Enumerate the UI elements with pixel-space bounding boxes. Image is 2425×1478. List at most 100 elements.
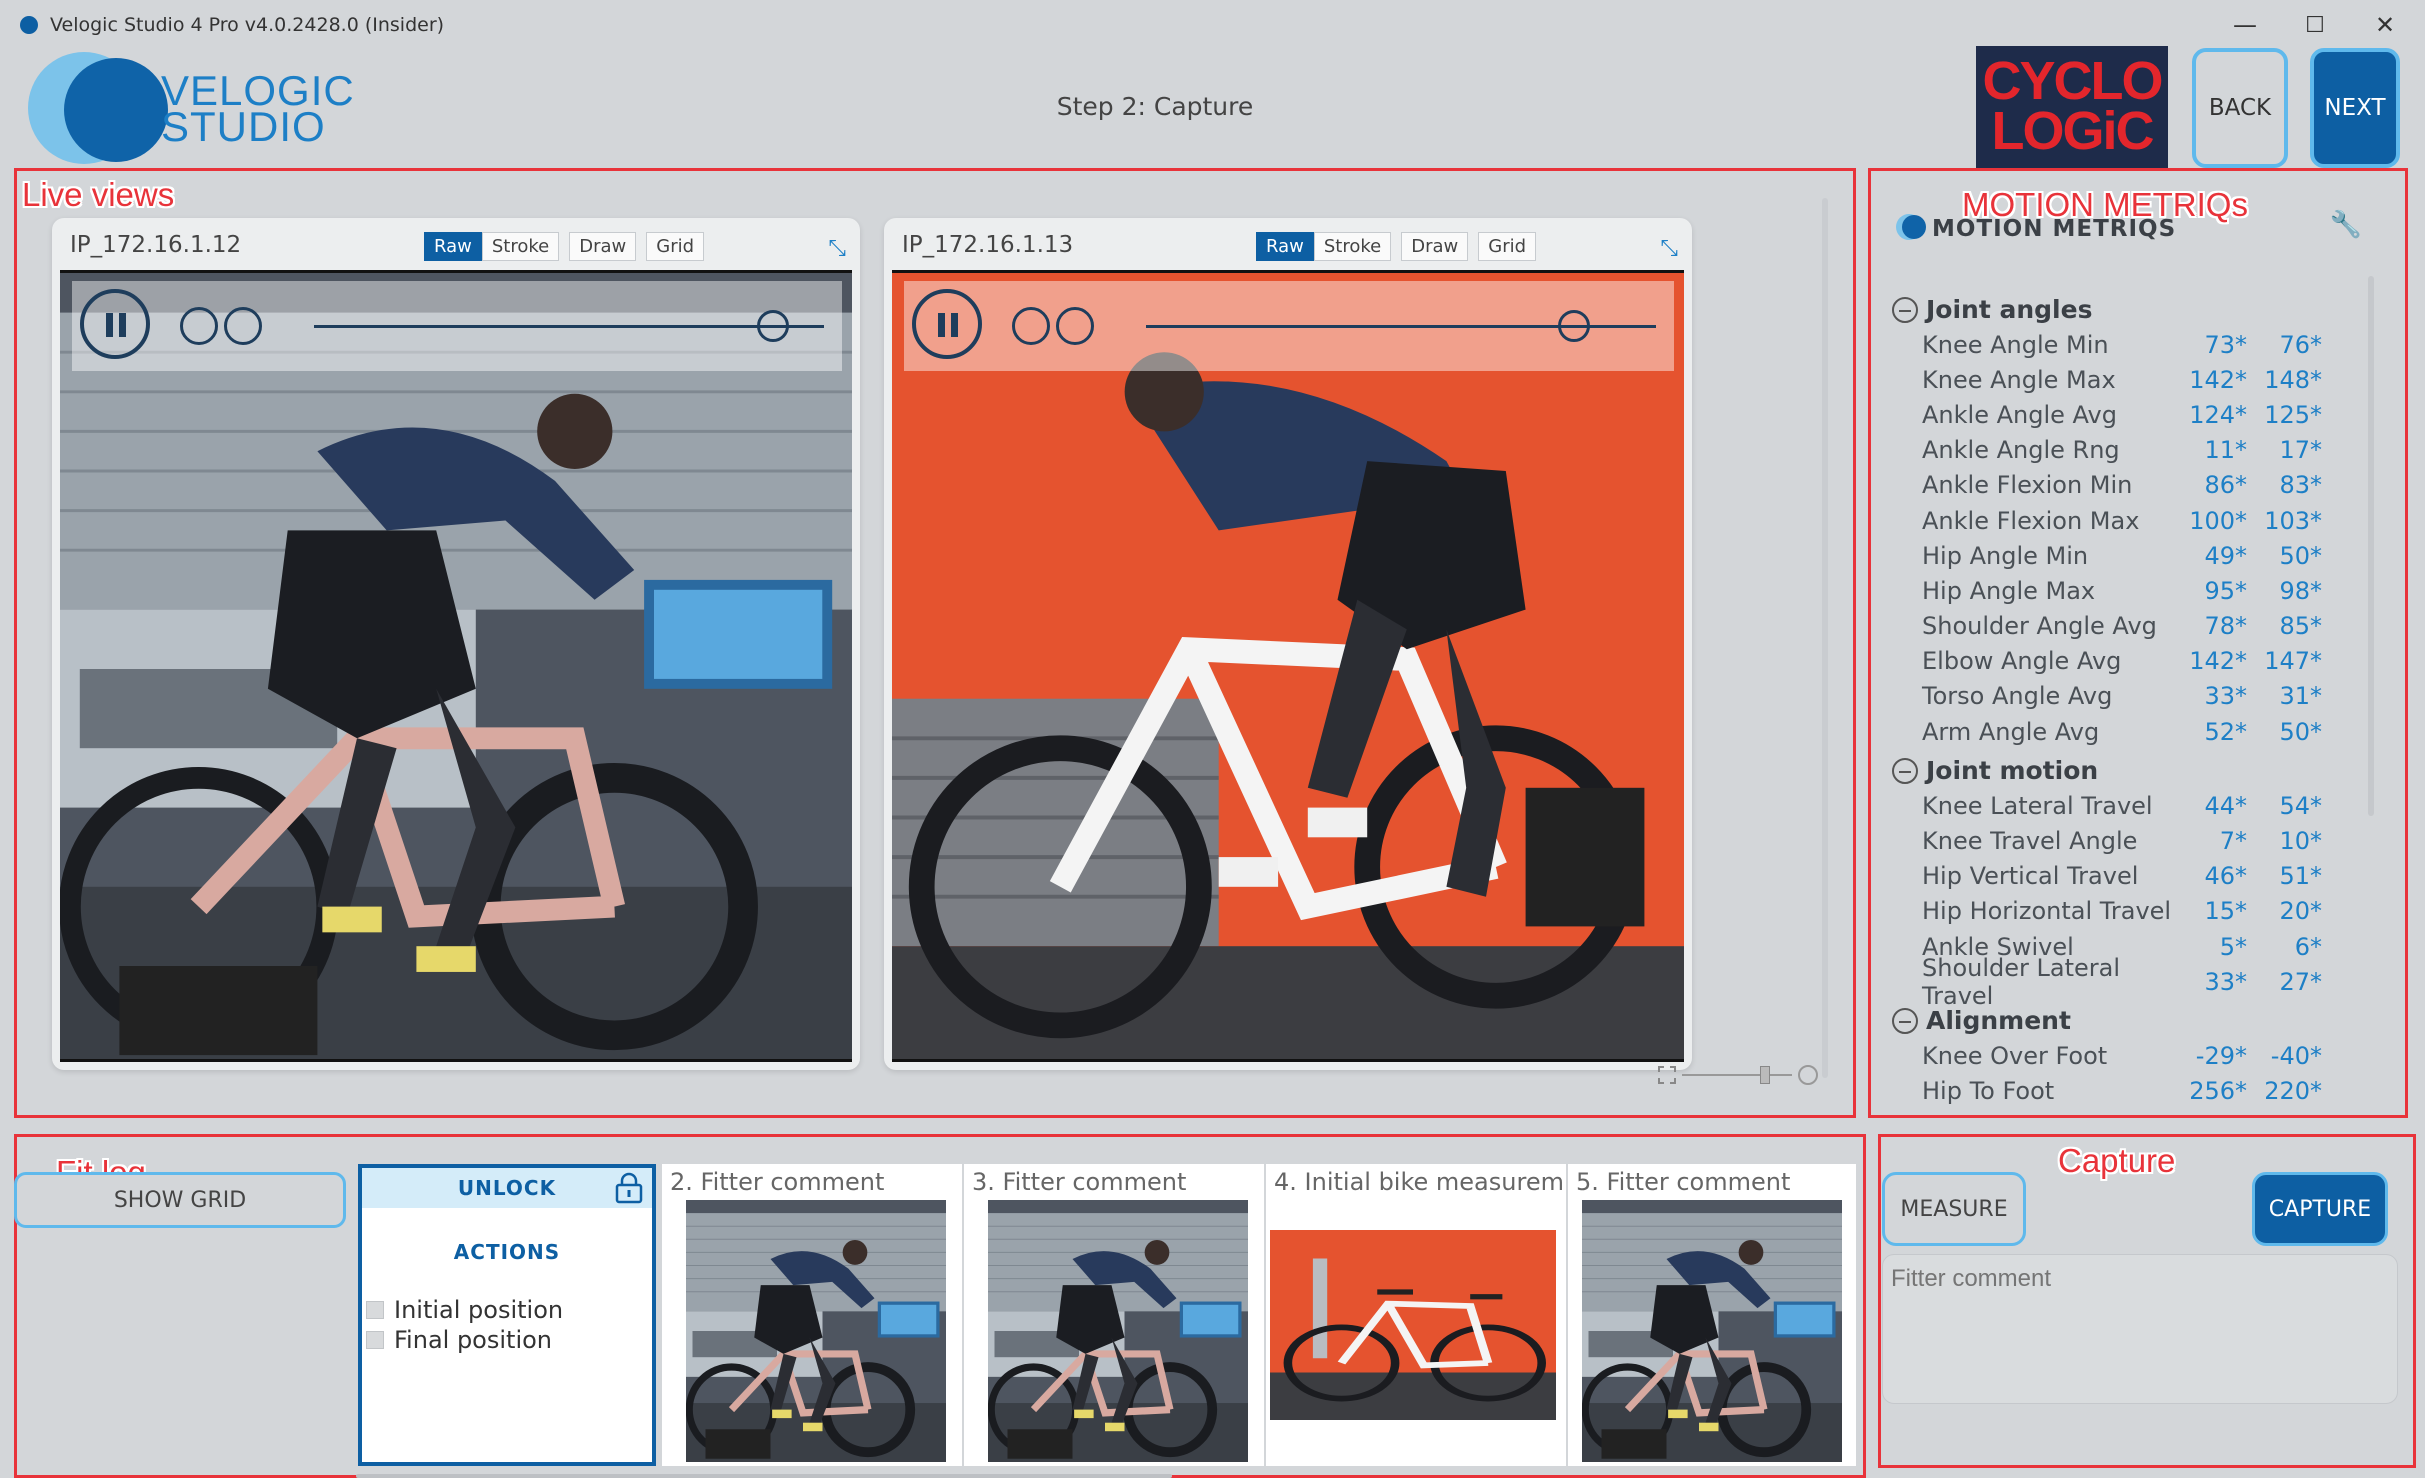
fit-log-entry[interactable]: 4. Initial bike measurem [1266, 1164, 1566, 1466]
metric-value-right: 98* [2279, 576, 2322, 605]
zoom-in-icon[interactable] [1798, 1065, 1818, 1085]
zoom-knob[interactable] [1760, 1066, 1770, 1084]
live-views-scrollbar[interactable] [1822, 198, 1828, 1078]
metric-value-right: 147* [2264, 647, 2322, 676]
expand-icon[interactable]: ⤡ [828, 236, 846, 261]
capture-button[interactable]: CAPTURE [2252, 1172, 2388, 1246]
metric-name: Shoulder Lateral Travel [1922, 953, 2120, 1010]
metric-value-left: 5* [2219, 932, 2247, 961]
metric-row: Ankle Angle Avg 124* 125* [1892, 397, 2362, 432]
metric-value-left: 95* [2204, 576, 2247, 605]
tab-grid[interactable]: Grid [1478, 232, 1537, 261]
step-forward-icon[interactable] [224, 307, 262, 345]
metric-row: Hip Angle Min 49* 50* [1892, 538, 2362, 573]
step-back-icon[interactable] [1012, 307, 1050, 345]
metric-value-left: 86* [2204, 471, 2247, 500]
pause-icon[interactable] [912, 289, 982, 359]
metric-name: Hip Vertical Travel [1922, 862, 2139, 891]
playback-controls [72, 281, 842, 371]
metric-value-right: 85* [2279, 612, 2322, 641]
fit-log-thumbnail [686, 1200, 946, 1462]
metric-row: Arm Angle Avg 52* 50* [1892, 714, 2362, 749]
metric-value-right: 50* [2279, 541, 2322, 570]
metric-value-left: 15* [2204, 897, 2247, 926]
fit-log-entry-caption: 3. Fitter comment [972, 1168, 1187, 1196]
metric-row: Elbow Angle Avg 142* 147* [1892, 644, 2362, 679]
zoom-track[interactable] [1682, 1074, 1792, 1076]
metric-name: Knee Angle Max [1922, 365, 2116, 394]
fit-log-entry[interactable]: 5. Fitter comment [1568, 1164, 1856, 1466]
playback-controls [904, 281, 1674, 371]
maximize-button[interactable]: ☐ [2280, 0, 2350, 50]
playback-track[interactable] [314, 325, 824, 328]
rider-video-frame [60, 273, 852, 1062]
close-button[interactable]: ✕ [2350, 0, 2420, 50]
collapse-icon[interactable] [1892, 757, 1918, 784]
camera-view-2: IP_172.16.1.13 Raw Stroke Draw Grid ⤡ [884, 218, 1692, 1070]
action-final-position[interactable]: Final position [366, 1326, 552, 1354]
fitter-comment-input[interactable] [1882, 1254, 2398, 1404]
collapse-icon[interactable] [1892, 296, 1918, 323]
tab-stroke[interactable]: Stroke [1313, 232, 1392, 261]
metric-group-header[interactable]: Joint motion [1892, 753, 2362, 788]
fit-log-thumbnail [1270, 1230, 1556, 1420]
playback-knob[interactable] [1558, 310, 1591, 342]
action-label: Final position [394, 1326, 553, 1354]
camera-mode-tabs: Raw Stroke Draw Grid [424, 232, 714, 261]
measure-button[interactable]: MEASURE [1882, 1172, 2026, 1246]
metric-value-left: 100* [2189, 506, 2247, 535]
pause-icon[interactable] [80, 289, 150, 359]
fit-log-scrollbar[interactable] [356, 1474, 1172, 1478]
lock-icon[interactable] [614, 1172, 644, 1204]
metric-row: Torso Angle Avg 33* 31* [1892, 679, 2362, 714]
cyclologic-logo-line2: LOGiC [1991, 101, 2155, 161]
next-button[interactable]: NEXT [2310, 48, 2400, 168]
fit-log-thumbnail [988, 1200, 1248, 1462]
wrench-icon[interactable]: 🔧 [2330, 210, 2362, 240]
fit-log-entry[interactable]: 3. Fitter comment [964, 1164, 1264, 1466]
fit-log-entry[interactable]: 2. Fitter comment [662, 1164, 962, 1466]
metric-row: Shoulder Angle Avg 78* 85* [1892, 609, 2362, 644]
checkbox[interactable] [366, 1301, 384, 1319]
step-back-icon[interactable] [180, 307, 218, 345]
metric-value-right: 148* [2264, 365, 2322, 394]
metric-row: Knee Lateral Travel 44* 54* [1892, 788, 2362, 823]
metric-name: Ankle Angle Rng [1922, 436, 2120, 465]
metric-group-header[interactable]: Joint angles [1892, 292, 2362, 327]
back-button[interactable]: BACK [2192, 48, 2288, 168]
title-bar: Velogic Studio 4 Pro v4.0.2428.0 (Inside… [0, 0, 2425, 50]
camera-video-feed [60, 270, 852, 1062]
metric-name: Hip Angle Min [1922, 541, 2089, 570]
tab-draw[interactable]: Draw [1401, 232, 1469, 261]
checkbox[interactable] [366, 1331, 384, 1349]
metric-name: Knee Over Foot [1922, 1041, 2108, 1070]
metric-value-right: -40* [2270, 1041, 2322, 1070]
tab-raw[interactable]: Raw [424, 232, 482, 261]
metric-name: Hip To Foot [1922, 1077, 2055, 1106]
metrics-scrollbar[interactable] [2368, 276, 2374, 816]
action-initial-position[interactable]: Initial position [366, 1296, 563, 1324]
playback-knob[interactable] [757, 310, 789, 342]
metric-group-title: Joint motion [1926, 756, 2099, 786]
metric-row: Knee Angle Max 142* 148* [1892, 362, 2362, 397]
metric-name: Knee Travel Angle [1922, 827, 2138, 856]
metric-value-left: 124* [2189, 400, 2247, 429]
app-icon [20, 16, 38, 34]
minimize-button[interactable]: — [2210, 0, 2280, 50]
tab-stroke[interactable]: Stroke [481, 232, 560, 261]
metric-value-left: 44* [2204, 791, 2247, 820]
unlock-button[interactable]: UNLOCK [362, 1168, 652, 1208]
metric-value-right: 10* [2279, 827, 2322, 856]
metric-value-left: 7* [2219, 827, 2247, 856]
tab-draw[interactable]: Draw [569, 232, 637, 261]
expand-icon[interactable]: ⤡ [1660, 236, 1678, 261]
zoom-out-icon[interactable] [1658, 1066, 1676, 1084]
tab-grid[interactable]: Grid [646, 232, 705, 261]
step-forward-icon[interactable] [1056, 307, 1094, 345]
collapse-icon[interactable] [1892, 1007, 1918, 1034]
metric-name: Hip Angle Max [1922, 576, 2096, 605]
show-grid-button[interactable]: SHOW GRID [14, 1172, 346, 1228]
zoom-slider[interactable] [1652, 1062, 1822, 1088]
metric-value-left: 11* [2204, 436, 2247, 465]
tab-raw[interactable]: Raw [1256, 232, 1314, 261]
